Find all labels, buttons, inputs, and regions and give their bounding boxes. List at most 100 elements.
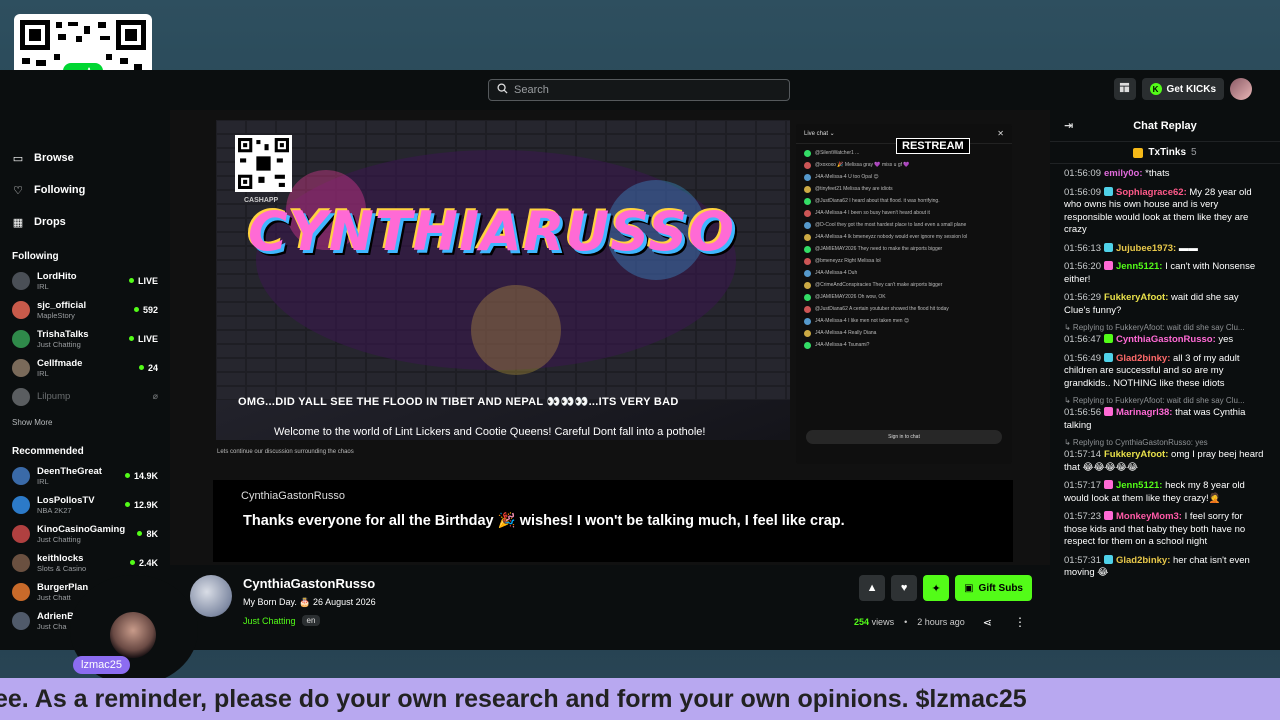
chat-timestamp: 01:56:56 bbox=[1064, 407, 1101, 418]
user-avatar[interactable] bbox=[1230, 78, 1252, 100]
channel-meta: TrishaTalks Just Chatting bbox=[37, 329, 122, 349]
chat-username[interactable]: Jenn5121: bbox=[1116, 261, 1162, 272]
sidebar-channel[interactable]: TrishaTalks Just Chatting LIVE bbox=[12, 324, 158, 353]
embedded-chat-text: @D-Cool they got the most hardest place … bbox=[815, 222, 967, 228]
close-icon[interactable]: ✕ bbox=[997, 129, 1004, 138]
live-dot-icon bbox=[128, 278, 134, 283]
sidebar-channel[interactable]: LordHito IRL LIVE bbox=[12, 266, 158, 295]
sidebar-channel[interactable]: keithlocks Slots & Casino 2.4K bbox=[12, 548, 158, 577]
marquee-text: ee. As a reminder, please do your own re… bbox=[0, 684, 1027, 713]
stream-category-link[interactable]: Just Chatting bbox=[243, 616, 296, 626]
nav-following[interactable]: ♡ Following bbox=[12, 174, 158, 206]
leaderboard-user: TxTinks bbox=[1148, 147, 1187, 158]
notification-button[interactable]: ▲ bbox=[859, 575, 886, 601]
nav-drops[interactable]: ▦ Drops bbox=[12, 206, 158, 238]
channel-status: 8K bbox=[137, 529, 158, 539]
layout-icon bbox=[1119, 82, 1130, 96]
chat-username[interactable]: Jujubee1973: bbox=[1116, 243, 1176, 254]
chat-message: 01:56:09 Sophiagrace62: My 28 year old wh… bbox=[1064, 186, 1266, 237]
chat-message: 01:56:09 emily0o: *thats bbox=[1064, 168, 1266, 181]
search-input[interactable] bbox=[514, 84, 774, 96]
live-dot-icon bbox=[138, 365, 144, 370]
clip-button[interactable]: ✦ bbox=[923, 575, 950, 601]
channel-avatar bbox=[12, 582, 30, 601]
chat-message: 01:56:47 CynthiaGastonRusso: yes bbox=[1064, 334, 1266, 347]
channel-status-text: 592 bbox=[142, 304, 158, 315]
chat-username[interactable]: Sophiagrace62: bbox=[1116, 187, 1187, 198]
caption-message: Thanks everyone for all the Birthday 🎉 w… bbox=[243, 513, 845, 529]
sidebar-channel[interactable]: Cellfmade IRL 24 bbox=[12, 353, 158, 382]
streamer-name[interactable]: CynthiaGastonRusso bbox=[243, 576, 375, 591]
chat-leaderboard[interactable]: TxTinks 5 bbox=[1050, 142, 1280, 164]
chat-username[interactable]: Marinagrl38: bbox=[1116, 407, 1173, 418]
restream-logo: RESTREAM bbox=[896, 138, 970, 154]
chat-message: 01:56:13 Jujubee1973: ▬▬ bbox=[1064, 242, 1266, 256]
sidebar-channel[interactable]: Lilpump ⌀ bbox=[12, 382, 158, 411]
live-dot-icon bbox=[128, 336, 134, 341]
chat-username[interactable]: CynthiaGastonRusso: bbox=[1116, 334, 1216, 345]
chat-timestamp: 01:56:29 bbox=[1064, 292, 1101, 303]
chat-username[interactable]: FukkeryAfoot: bbox=[1104, 292, 1168, 303]
search-box[interactable] bbox=[488, 79, 790, 101]
view-count-number: 254 bbox=[854, 617, 870, 627]
chat-timestamp: 01:56:49 bbox=[1064, 352, 1101, 364]
sidebar-channel[interactable]: sjc_official MapleStory 592 bbox=[12, 295, 158, 324]
chat-badge-icon bbox=[1103, 554, 1113, 564]
channel-name: TrishaTalks bbox=[37, 328, 89, 340]
chat-username[interactable]: Glad2binky: bbox=[1116, 555, 1170, 566]
nav-browse-label: Browse bbox=[34, 152, 74, 164]
following-section-title: Following bbox=[12, 250, 59, 262]
chat-username[interactable]: FukkeryAfoot: bbox=[1104, 449, 1168, 460]
chat-username[interactable]: emily0o: bbox=[1104, 168, 1143, 179]
graffiti-text: CYNTHIARUSSO bbox=[248, 200, 736, 263]
embedded-chat-text: J4A-Melissa-4 lk bmeneyzz nobody would e… bbox=[815, 234, 968, 240]
embedded-chat-text: J4A-Melissa-4 Really Diana bbox=[815, 330, 877, 336]
embedded-chat-avatar bbox=[804, 150, 811, 157]
embedded-signin-button: Sign in to chat bbox=[806, 430, 1002, 444]
gift-subs-button[interactable]: ▣ Gift Subs bbox=[955, 575, 1032, 601]
bottom-marquee: ee. As a reminder, please do your own re… bbox=[0, 678, 1280, 720]
embedded-chat-text: @xoxoxo 🎉 Melissa gray 💜 miss u gf 💜 bbox=[815, 162, 910, 168]
chat-badge-icon bbox=[1103, 511, 1113, 520]
chat-username[interactable]: MonkeyMom3: bbox=[1116, 511, 1182, 522]
embedded-chat-message: J4A-Melissa-4 U too Opal 😊 bbox=[804, 174, 1004, 181]
channel-avatar bbox=[12, 611, 30, 630]
sidebar-channel[interactable]: DeenTheGreat IRL 14.9K bbox=[12, 461, 158, 490]
channel-name: Cellfmade bbox=[37, 357, 83, 369]
streamer-avatar[interactable] bbox=[190, 575, 232, 617]
embedded-chat-message: J4A-Melissa-4 Duh bbox=[804, 270, 1004, 277]
following-list: LordHito IRL LIVE sjc_official MapleStory 592… bbox=[12, 266, 158, 411]
gift-subs-label: Gift Subs bbox=[978, 582, 1023, 594]
chat-username[interactable]: Glad2binky: bbox=[1116, 353, 1170, 364]
channel-status: 2.4K bbox=[129, 558, 158, 568]
sidebar-channel[interactable]: KinoCasinoGaming Just Chatting 8K bbox=[12, 519, 158, 548]
sidebar-channel[interactable]: LosPollosTV NBA 2K27 12.9K bbox=[12, 490, 158, 519]
chat-message: 01:56:49 Glad2binky: all 3 of my adult ch… bbox=[1064, 352, 1266, 391]
follow-button[interactable]: ♥ bbox=[891, 575, 918, 601]
chat-badge-icon bbox=[1103, 261, 1113, 270]
get-kicks-button[interactable]: K Get KICKs bbox=[1141, 78, 1224, 100]
chat-header: ⇥ Chat Replay bbox=[1050, 110, 1280, 142]
embedded-chat-text: @CrimeAndConspiracies They can't make ai… bbox=[815, 282, 943, 288]
embedded-chat-avatar bbox=[804, 294, 811, 301]
browse-layout-button[interactable] bbox=[1113, 78, 1136, 100]
chat-badge-icon bbox=[1103, 242, 1113, 252]
gift-icon: ▣ bbox=[964, 582, 974, 594]
channel-status: LIVE bbox=[128, 334, 158, 344]
embedded-chat-text: J4A-Melissa-4 I like men not taken men 😊 bbox=[815, 318, 910, 324]
channel-name: KinoCasinoGaming bbox=[37, 523, 126, 535]
chat-title: Chat Replay bbox=[1133, 119, 1197, 132]
chat-reply-context: ↳ Replying to FukkeryAfoot: wait did she… bbox=[1064, 323, 1245, 332]
share-icon[interactable]: ⋖ bbox=[983, 616, 992, 629]
channel-meta: LordHito IRL bbox=[37, 271, 122, 291]
collapse-chat-icon[interactable]: ⇥ bbox=[1064, 119, 1073, 132]
embedded-chat-message: @tinyfeet21 Melissa they are idiots bbox=[804, 186, 1004, 193]
chat-username[interactable]: Jenn5121: bbox=[1116, 480, 1162, 491]
chat-timestamp: 01:56:20 bbox=[1064, 261, 1101, 272]
chat-text: yes bbox=[1215, 334, 1234, 345]
video-welcome-text: Welcome to the world of Lint Lickers and… bbox=[274, 426, 706, 438]
more-options-icon[interactable]: ⋮ bbox=[1014, 615, 1026, 629]
show-more-link[interactable]: Show More bbox=[12, 411, 158, 433]
caption-overlay: CynthiaGastonRusso Thanks everyone for a… bbox=[213, 480, 1013, 562]
nav-browse[interactable]: ▭ Browse bbox=[12, 142, 158, 174]
